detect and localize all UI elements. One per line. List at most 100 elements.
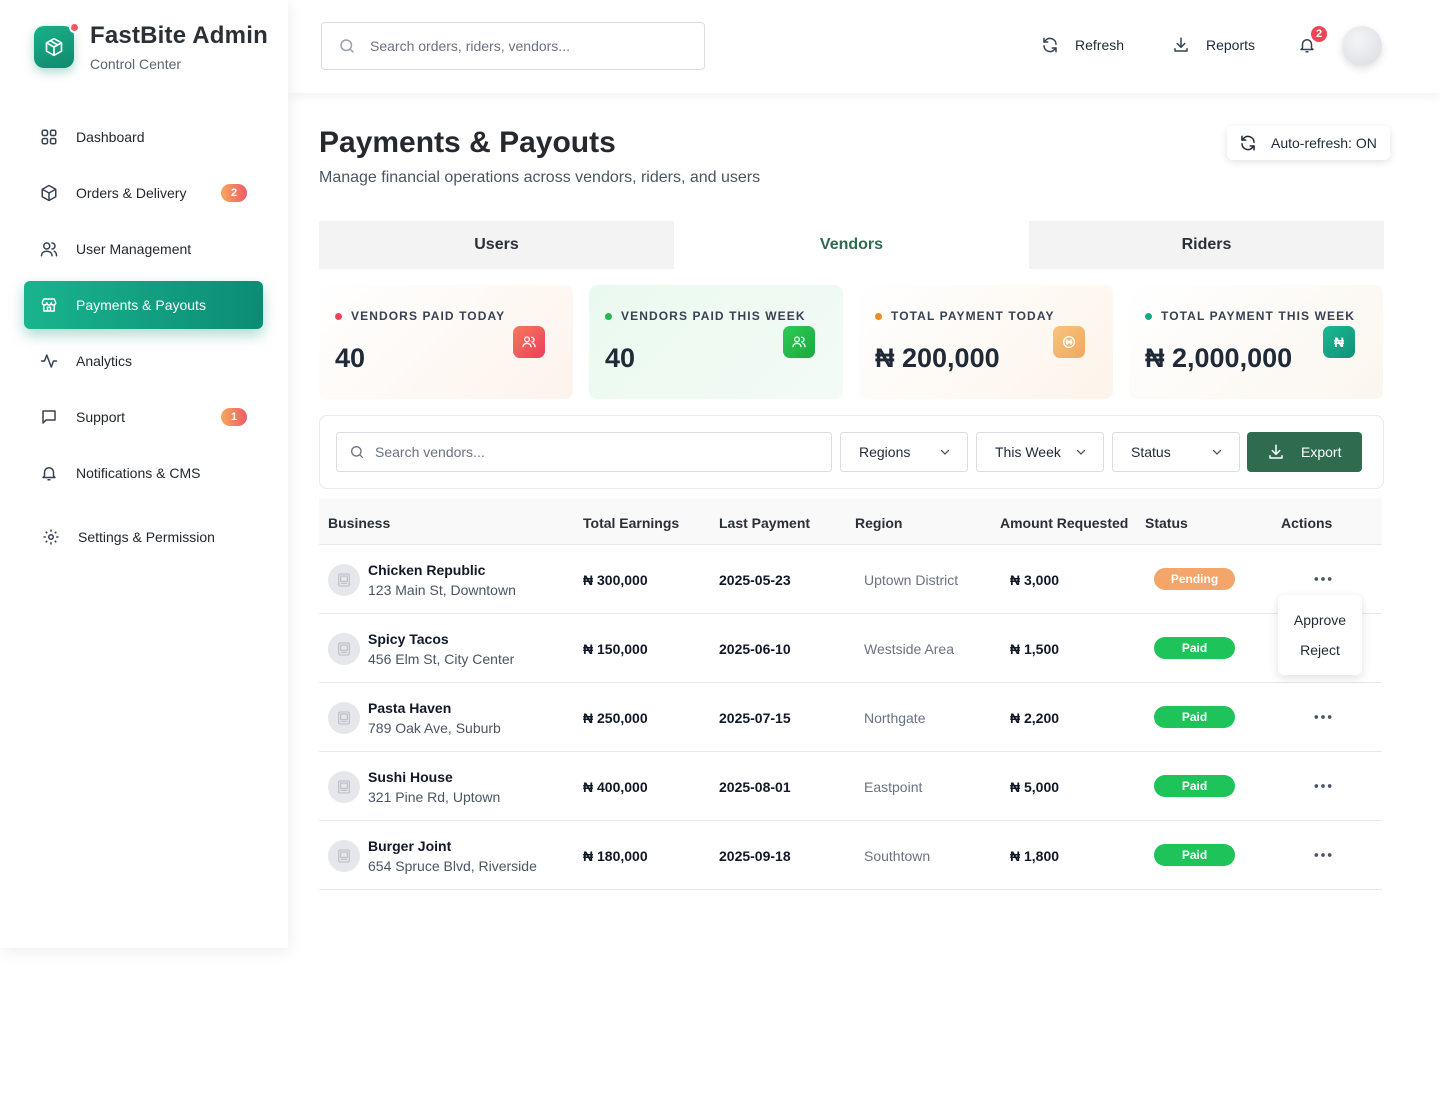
brand-status-dot [69, 22, 80, 33]
auto-refresh-label: Auto-refresh: ON [1271, 135, 1377, 151]
region-select-value: Regions [859, 444, 911, 460]
support-count-badge: 1 [221, 408, 247, 426]
sidebar-item-payments[interactable]: Payments & Payouts [24, 281, 263, 329]
box-icon [41, 184, 57, 202]
sidebar-item-label: Settings & Permission [78, 529, 215, 545]
avatar[interactable] [1342, 26, 1382, 66]
notification-count-badge: 2 [1309, 24, 1329, 44]
sidebar-item-label: Orders & Delivery [76, 185, 187, 201]
status-badge: Paid [1154, 844, 1235, 866]
vendor-thumbnail-icon [328, 702, 360, 734]
column-header-amount-requested[interactable]: Amount Requested [1000, 515, 1128, 531]
brand-subtitle: Control Center [90, 56, 182, 72]
business-name: Burger Joint [368, 838, 452, 854]
more-actions-icon[interactable] [1313, 845, 1333, 865]
sidebar-item-dashboard[interactable]: Dashboard [24, 113, 263, 161]
message-icon [42, 410, 56, 424]
stat-card-vendors-paid-week: VENDORS PAID THIS WEEK 40 [589, 285, 843, 399]
payment-tabs: Users Vendors Riders [319, 221, 1384, 269]
export-button[interactable]: Export [1247, 432, 1362, 472]
gear-icon [43, 529, 59, 545]
stat-label: TOTAL PAYMENT THIS WEEK [1161, 309, 1355, 323]
business-name: Sushi House [368, 769, 453, 785]
column-header-status[interactable]: Status [1145, 515, 1188, 531]
stat-value: ₦ 2,000,000 [1145, 343, 1293, 373]
brand-logo-icon [34, 22, 80, 68]
region: Northgate [864, 710, 926, 726]
sidebar-item-analytics[interactable]: Analytics [24, 337, 263, 385]
status-badge: Paid [1154, 637, 1235, 659]
last-payment-date: 2025-05-23 [719, 572, 791, 588]
sidebar-item-label: Dashboard [76, 129, 145, 145]
business-address: 789 Oak Ave, Suburb [368, 720, 501, 736]
status-badge: Paid [1154, 775, 1235, 797]
business-address: 321 Pine Rd, Uptown [368, 789, 501, 805]
sidebar-item-settings[interactable]: Settings & Permission [24, 513, 263, 561]
status-dot [1145, 312, 1152, 320]
sidebar-item-orders[interactable]: Orders & Delivery 2 [24, 169, 263, 217]
column-header-region[interactable]: Region [855, 515, 902, 531]
column-header-earnings[interactable]: Total Earnings [583, 515, 679, 531]
search-icon [340, 39, 354, 53]
refresh-button[interactable]: Refresh [1041, 36, 1124, 54]
tab-riders[interactable]: Riders [1029, 221, 1384, 269]
stat-label: TOTAL PAYMENT TODAY [891, 309, 1055, 323]
global-search-input[interactable] [370, 38, 670, 54]
stat-value: ₦ 200,000 [875, 343, 1000, 373]
global-search[interactable] [321, 22, 705, 70]
vendor-search[interactable] [336, 432, 832, 472]
more-actions-icon[interactable] [1313, 569, 1333, 589]
filter-bar: Regions This Week Status Export [319, 415, 1384, 489]
vendor-search-input[interactable] [375, 444, 775, 460]
status-select[interactable]: Status [1112, 432, 1240, 472]
sidebar-item-users[interactable]: User Management [24, 225, 263, 273]
stat-label: VENDORS PAID TODAY [351, 309, 506, 323]
activity-icon [40, 354, 58, 368]
stat-value: 40 [335, 343, 366, 373]
region: Eastpoint [864, 779, 923, 795]
vendor-thumbnail-icon [328, 564, 360, 596]
table-row[interactable]: Chicken Republic 123 Main St, Downtown ₦… [319, 545, 1382, 614]
users-icon [783, 326, 815, 358]
sidebar-item-notifications[interactable]: Notifications & CMS [24, 449, 263, 497]
stat-cards: VENDORS PAID TODAY 40 VENDORS PAID THIS … [319, 285, 1384, 399]
region-select[interactable]: Regions [840, 432, 968, 472]
business-name: Spicy Tacos [368, 631, 449, 647]
stat-value: 40 [605, 343, 636, 373]
column-header-last-payment[interactable]: Last Payment [719, 515, 810, 531]
table-row[interactable]: Sushi House 321 Pine Rd, Uptown ₦ 400,00… [319, 752, 1382, 821]
amount-requested: ₦ 3,000 [1010, 572, 1060, 588]
more-actions-icon[interactable] [1313, 776, 1333, 796]
amount-requested: ₦ 5,000 [1010, 779, 1060, 795]
vendors-table: Business Total Earnings Last Payment Reg… [319, 498, 1382, 890]
users-icon [513, 326, 545, 358]
total-earnings: ₦ 150,000 [583, 641, 648, 657]
vendor-thumbnail-icon [328, 771, 360, 803]
region: Southtown [864, 848, 931, 864]
more-actions-icon[interactable] [1313, 707, 1333, 727]
tab-users[interactable]: Users [319, 221, 674, 269]
brand[interactable]: FastBite Admin Control Center [34, 22, 268, 72]
business-name: Pasta Haven [368, 700, 452, 716]
table-row[interactable]: Pasta Haven 789 Oak Ave, Suburb ₦ 250,00… [319, 683, 1382, 752]
table-row[interactable]: Burger Joint 654 Spruce Blvd, Riverside … [319, 821, 1382, 890]
amount-requested: ₦ 1,500 [1010, 641, 1060, 657]
reports-button[interactable]: Reports [1172, 36, 1255, 54]
vendor-thumbnail-icon [328, 633, 360, 665]
table-row[interactable]: Spicy Tacos 456 Elm St, City Center ₦ 15… [319, 614, 1382, 683]
bell-icon [42, 467, 56, 481]
sidebar-item-support[interactable]: Support 1 [24, 393, 263, 441]
users-icon [40, 242, 58, 257]
approve-menu-item[interactable]: Approve [1278, 612, 1362, 628]
row-actions-menu: Approve Reject [1278, 595, 1362, 675]
period-select[interactable]: This Week [976, 432, 1104, 472]
auto-refresh-toggle[interactable]: Auto-refresh: ON [1227, 126, 1390, 160]
tab-vendors[interactable]: Vendors [674, 221, 1029, 269]
status-dot [605, 312, 612, 320]
region: Uptown District [864, 572, 959, 588]
table-header: Business Total Earnings Last Payment Reg… [319, 498, 1382, 545]
business-address: 654 Spruce Blvd, Riverside [368, 858, 537, 874]
download-icon [1269, 444, 1283, 459]
column-header-business[interactable]: Business [328, 515, 390, 531]
reject-menu-item[interactable]: Reject [1278, 642, 1362, 658]
